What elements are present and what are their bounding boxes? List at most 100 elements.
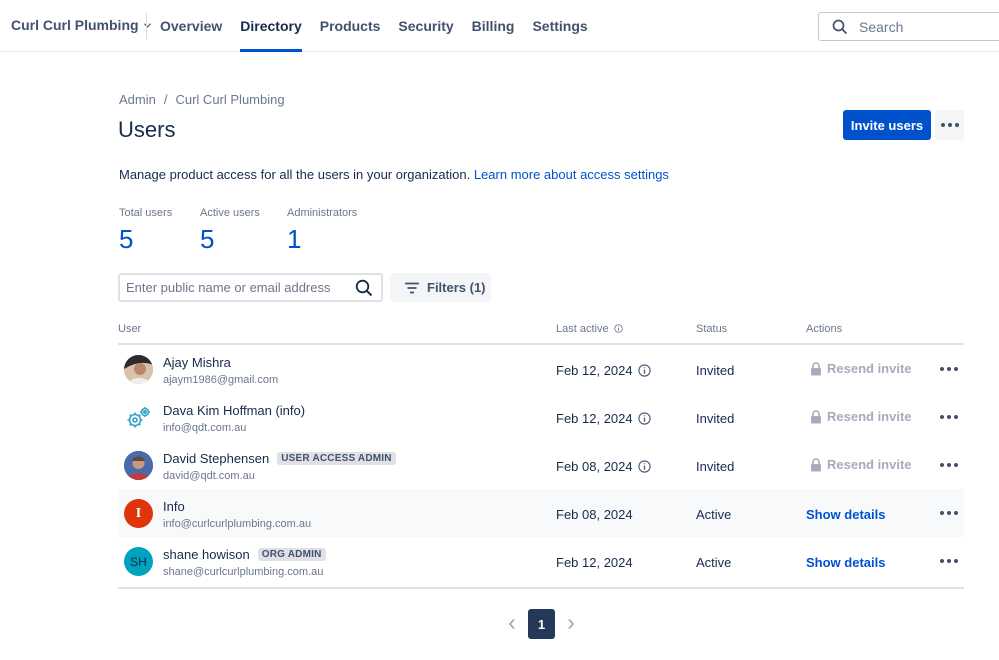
last-active-cell: Feb 12, 2024	[556, 411, 651, 426]
row-more-button[interactable]	[938, 410, 960, 424]
status-text: Invited	[696, 363, 735, 378]
user-email: info@curlcurlplumbing.com.au	[163, 518, 312, 530]
user-name-cell: David Stephensen USER ACCESS ADMIN	[163, 451, 396, 466]
last-active-cell: Feb 12, 2024	[556, 555, 633, 570]
info-icon[interactable]	[637, 460, 651, 473]
header-last-active-label: Last active	[556, 323, 609, 335]
table-row: David Stephensen USER ACCESS ADMIN david…	[118, 441, 964, 489]
user-name[interactable]: David Stephensen	[163, 451, 269, 466]
lock-icon	[811, 457, 821, 471]
previous-page-button[interactable]	[504, 610, 520, 638]
chevron-right-icon	[568, 618, 575, 630]
row-more-button[interactable]	[938, 554, 960, 568]
stat-value: 1	[287, 224, 302, 254]
header-last-active: Last active	[556, 323, 623, 335]
role-badge: USER ACCESS ADMIN	[277, 452, 396, 465]
user-name[interactable]: Info	[163, 499, 185, 514]
table-row: Ajay Mishra ajaym1986@gmail.com Feb 12, …	[118, 345, 964, 393]
tab-overview[interactable]: Overview	[151, 0, 231, 52]
user-name-cell: Info	[163, 499, 185, 514]
next-page-button[interactable]	[563, 610, 579, 638]
last-active-cell: Feb 08, 2024	[556, 507, 633, 522]
pagination: 1	[504, 609, 579, 639]
org-switcher[interactable]: Curl Curl Plumbing	[11, 17, 152, 33]
user-name-cell: Dava Kim Hoffman (info)	[163, 403, 305, 418]
row-more-button[interactable]	[938, 362, 960, 376]
table-divider	[118, 587, 964, 589]
last-active-date: Feb 08, 2024	[556, 507, 633, 522]
top-navigation: Curl Curl Plumbing Overview Directory Pr…	[0, 0, 999, 52]
table-row: Dava Kim Hoffman (info) info@qdt.com.au …	[118, 393, 964, 441]
status-text: Active	[696, 555, 732, 570]
info-icon[interactable]	[637, 364, 651, 377]
invite-users-button[interactable]: Invite users	[843, 110, 931, 140]
more-icon	[940, 463, 958, 467]
resend-invite-button: Resend invite	[810, 457, 912, 472]
row-more-button[interactable]	[938, 458, 960, 472]
table-row: SH shane howison ORG ADMIN shane@curlcur…	[118, 537, 964, 585]
last-active-cell: Feb 12, 2024	[556, 363, 651, 378]
table-header: User Last active Status Actions	[118, 318, 964, 345]
filters-label: Filters (1)	[427, 280, 486, 295]
resend-invite-label: Resend invite	[827, 457, 912, 472]
tab-security[interactable]: Security	[389, 0, 462, 52]
resend-invite-button: Resend invite	[810, 409, 912, 424]
tab-settings[interactable]: Settings	[523, 0, 596, 52]
avatar[interactable]	[124, 355, 153, 384]
global-search-input[interactable]	[859, 18, 999, 35]
user-email: info@qdt.com.au	[163, 422, 247, 434]
status-text: Active	[696, 507, 732, 522]
show-details-link[interactable]: Show details	[806, 507, 885, 522]
avatar[interactable]	[124, 403, 153, 432]
stat-value: 5	[200, 224, 215, 254]
global-search[interactable]	[818, 12, 999, 41]
avatar[interactable]: I	[124, 499, 153, 528]
page-description: Manage product access for all the users …	[119, 167, 669, 182]
page-more-button[interactable]	[935, 110, 964, 140]
user-search[interactable]	[118, 273, 383, 302]
last-active-date: Feb 12, 2024	[556, 555, 633, 570]
user-name[interactable]: shane howison	[163, 547, 250, 562]
tab-billing[interactable]: Billing	[463, 0, 524, 52]
tab-directory[interactable]: Directory	[231, 0, 310, 52]
lock-icon	[811, 409, 821, 423]
avatar[interactable]	[124, 451, 153, 480]
org-name: Curl Curl Plumbing	[11, 17, 139, 33]
user-email: shane@curlcurlplumbing.com.au	[163, 566, 324, 578]
person-photo-icon	[124, 355, 153, 384]
resend-invite-label: Resend invite	[827, 409, 912, 424]
learn-more-link[interactable]: Learn more about access settings	[474, 167, 669, 182]
user-name[interactable]: Dava Kim Hoffman (info)	[163, 403, 305, 418]
status-text: Invited	[696, 459, 735, 474]
user-search-input[interactable]	[120, 280, 345, 295]
nav-divider	[146, 12, 147, 40]
stat-total-users: Total users 5	[119, 207, 172, 255]
more-icon	[940, 559, 958, 563]
gears-icon	[127, 407, 150, 428]
more-icon	[940, 511, 958, 515]
avatar[interactable]: SH	[124, 547, 153, 576]
header-user: User	[118, 323, 142, 335]
breadcrumb-org[interactable]: Curl Curl Plumbing	[175, 92, 284, 107]
filter-icon	[405, 282, 419, 293]
user-name[interactable]: Ajay Mishra	[163, 355, 231, 370]
tab-products[interactable]: Products	[311, 0, 390, 52]
last-active-date: Feb 08, 2024	[556, 459, 633, 474]
stat-active-users: Active users 5	[200, 207, 260, 255]
filters-button[interactable]: Filters (1)	[390, 273, 491, 302]
info-icon[interactable]	[613, 324, 623, 333]
status-text: Invited	[696, 411, 735, 426]
breadcrumb-admin[interactable]: Admin	[119, 92, 156, 107]
show-details-link[interactable]: Show details	[806, 555, 885, 570]
last-active-date: Feb 12, 2024	[556, 363, 633, 378]
info-icon[interactable]	[637, 412, 651, 425]
page-button-current[interactable]: 1	[528, 609, 555, 639]
row-more-button[interactable]	[938, 506, 960, 520]
resend-invite-label: Resend invite	[827, 361, 912, 376]
lock-icon	[811, 361, 821, 375]
user-name-cell: shane howison ORG ADMIN	[163, 547, 326, 562]
avatar-initials: I	[135, 505, 142, 521]
avatar-initials: SH	[130, 554, 147, 569]
chevron-left-icon	[508, 618, 515, 630]
search-icon[interactable]	[355, 279, 373, 297]
